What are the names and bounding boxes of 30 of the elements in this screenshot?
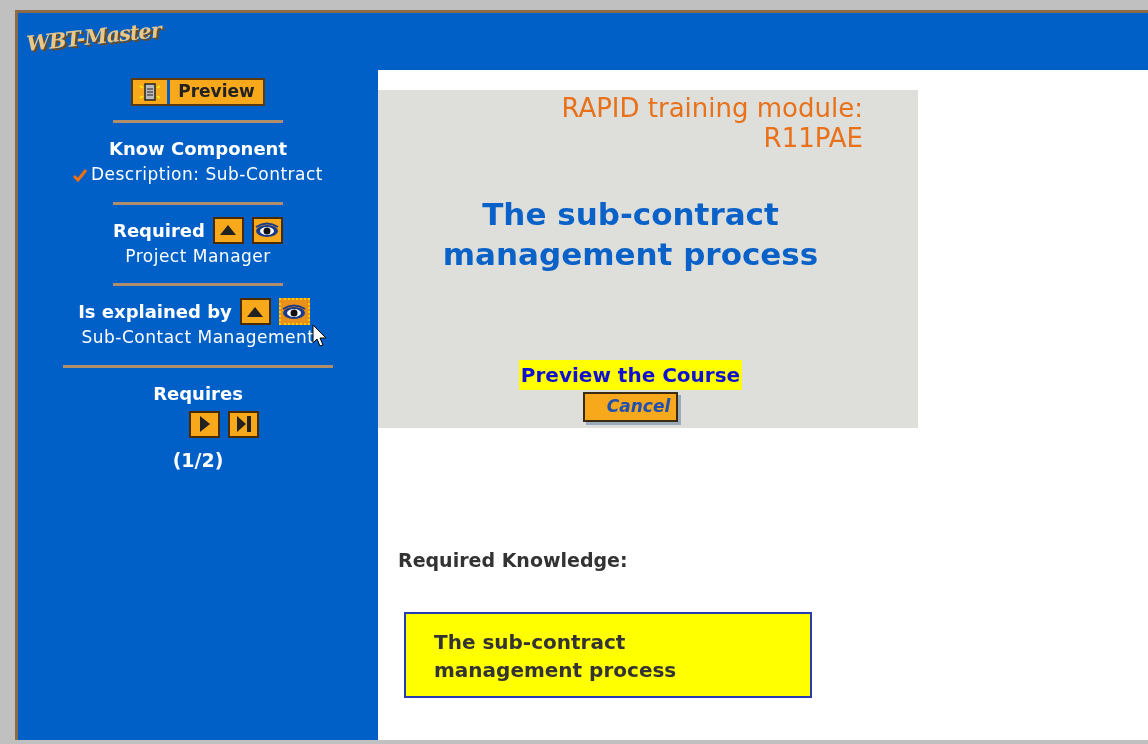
section-heading: Know Component	[108, 137, 288, 161]
sidebar-item[interactable]: Project Manager	[125, 243, 271, 269]
play-button[interactable]	[189, 410, 220, 438]
preview-course-link[interactable]: Preview the Course	[518, 360, 743, 391]
skip-to-end-icon	[236, 416, 251, 432]
cancel-button[interactable]: Cancel	[582, 392, 679, 422]
sidebar-item[interactable]: Description: Sub-Contract	[90, 162, 324, 188]
section-heading: Requires	[153, 381, 243, 406]
eye-button[interactable]	[251, 216, 283, 244]
knowledge-item[interactable]: The sub-contract management process	[404, 612, 812, 699]
page-count: (1/2)	[172, 447, 224, 473]
preview-button[interactable]: Preview	[131, 78, 265, 106]
play-icon	[199, 416, 210, 432]
section-label: Required Knowledge:	[398, 547, 629, 573]
section-heading: Is explained by	[78, 300, 232, 324]
sidebar-item[interactable]: Sub-Contact Management	[81, 325, 315, 351]
section-heading: Required	[113, 218, 205, 243]
eye-icon	[282, 303, 307, 320]
up-triangle-icon	[220, 225, 237, 235]
up-triangle-button[interactable]	[212, 216, 244, 244]
up-triangle-button[interactable]	[239, 298, 271, 325]
module-code: R11PAE	[763, 123, 863, 154]
logo: WBT-Master	[24, 16, 163, 58]
cursor-icon	[311, 323, 328, 348]
document-icon	[139, 82, 162, 102]
skip-to-end-button[interactable]	[228, 410, 259, 438]
module-title: The sub-contract management process	[441, 194, 820, 275]
module-label: RAPID training module:	[561, 94, 863, 124]
up-triangle-icon	[247, 306, 264, 317]
eye-icon	[255, 222, 280, 238]
